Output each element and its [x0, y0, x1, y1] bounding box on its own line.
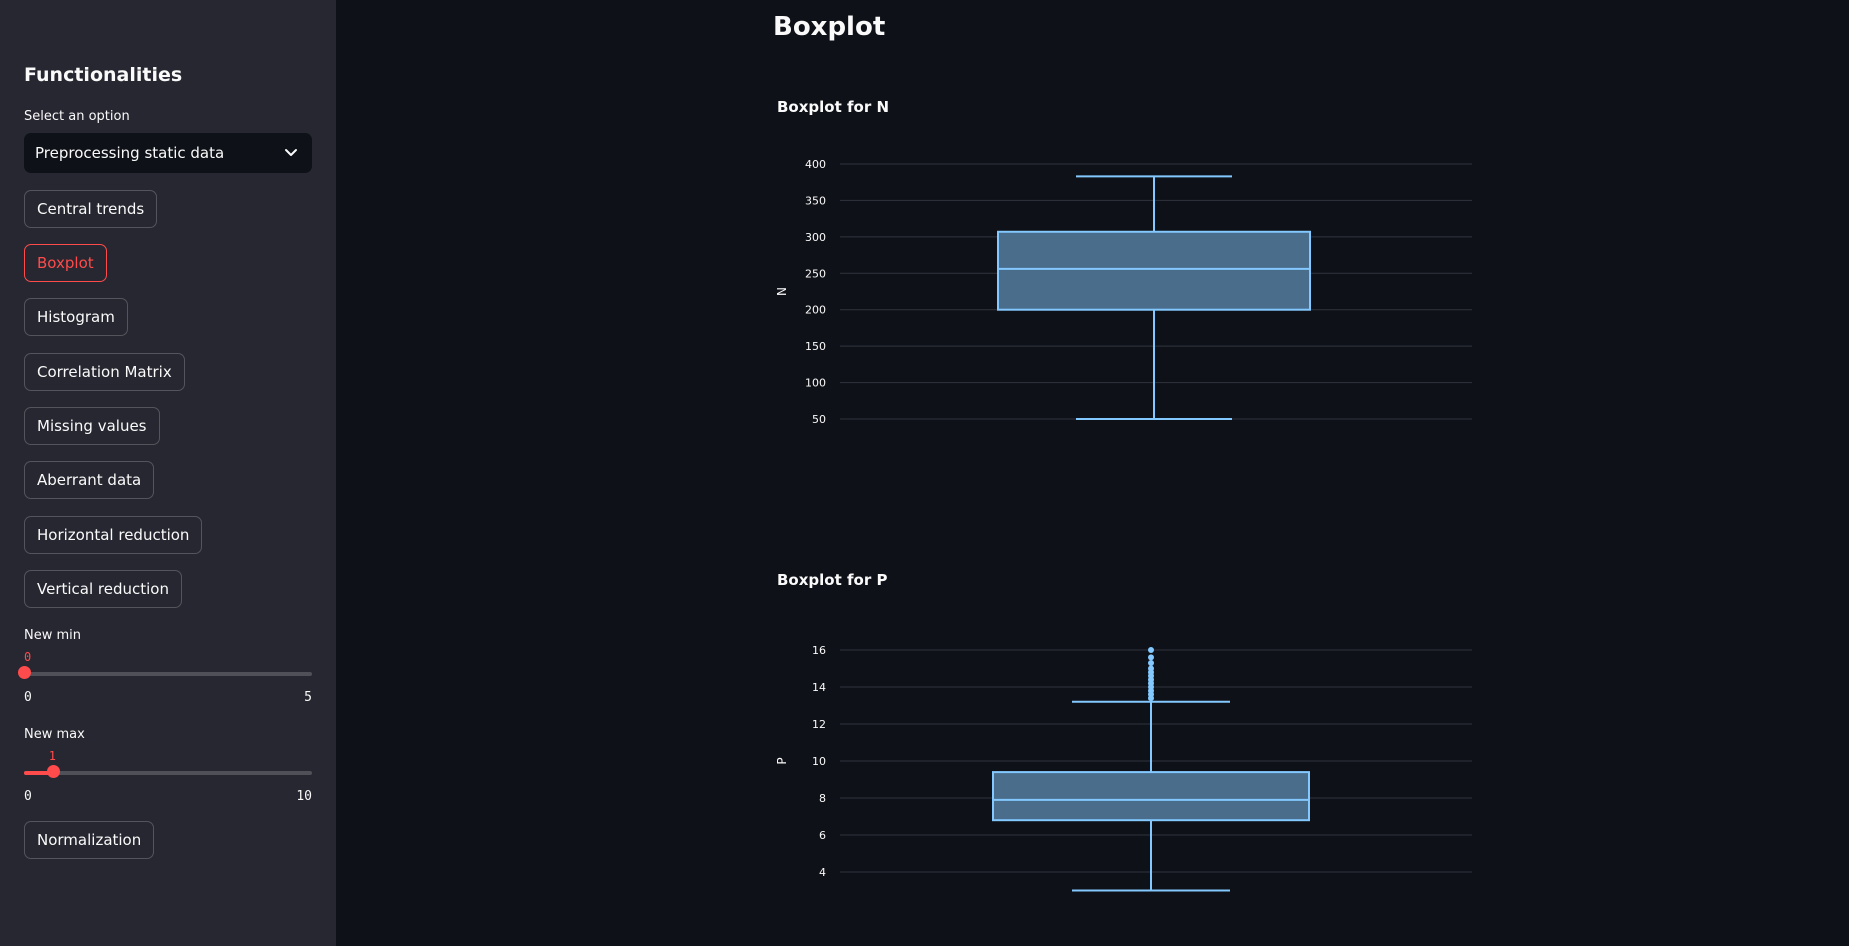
y-axis-label: P	[775, 757, 789, 764]
new-min-track[interactable]	[24, 672, 312, 676]
outlier-point	[1148, 647, 1154, 653]
new-max-range-min: 0	[24, 789, 32, 804]
new-min-range-min: 0	[24, 690, 32, 705]
new-max-value: 1	[48, 749, 57, 763]
y-tick-label: 14	[812, 681, 826, 694]
new-max-thumb[interactable]	[46, 765, 60, 778]
vertical-reduction-button[interactable]: Vertical reduction	[24, 570, 182, 608]
boxplot-button[interactable]: Boxplot	[24, 244, 107, 282]
option-select-value: Preprocessing static data	[35, 144, 225, 162]
option-select[interactable]: Preprocessing static data	[24, 133, 312, 173]
new-min-slider[interactable]: 0 0 5	[18, 650, 312, 710]
app-root: Functionalities Select an option Preproc…	[0, 0, 1849, 946]
y-tick-label: 10	[812, 755, 826, 768]
missing-values-button[interactable]: Missing values	[24, 407, 160, 445]
y-axis-label: N	[775, 287, 789, 296]
chart-title-n: Boxplot for N	[777, 98, 889, 116]
central-trends-button[interactable]: Central trends	[24, 190, 158, 228]
iqr-box	[997, 230, 1311, 311]
new-min-label: New min	[24, 628, 82, 643]
sidebar-title: Functionalities	[24, 64, 183, 86]
y-tick-label: 400	[805, 158, 826, 171]
y-tick-label: 200	[805, 304, 826, 317]
y-tick-label: 4	[819, 866, 826, 879]
boxplot-n-chart: 50 100 150 200 250 300 350 400 N	[775, 158, 1472, 426]
correlation-matrix-button[interactable]: Correlation Matrix	[24, 353, 185, 391]
y-tick-label: 50	[812, 413, 826, 426]
y-tick-label: 300	[805, 231, 826, 244]
y-tick-label: 350	[805, 194, 826, 207]
iqr-box	[992, 771, 1310, 822]
select-label: Select an option	[24, 109, 130, 124]
y-tick-label: 250	[805, 267, 826, 280]
new-min-thumb[interactable]	[18, 666, 31, 679]
new-max-range-max: 10	[296, 789, 312, 804]
outlier-point	[1148, 659, 1154, 666]
normalization-button[interactable]: Normalization	[24, 821, 155, 859]
sidebar: Functionalities Select an option Preproc…	[0, 0, 336, 946]
outlier-point	[1148, 665, 1154, 672]
new-min-value: 0	[24, 650, 32, 664]
new-max-track[interactable]	[24, 771, 312, 775]
y-tick-label: 8	[819, 792, 826, 805]
new-max-label: New max	[24, 727, 85, 742]
histogram-button[interactable]: Histogram	[24, 298, 128, 336]
new-min-range-max: 5	[304, 690, 312, 705]
aberrant-data-button[interactable]: Aberrant data	[24, 461, 155, 499]
y-tick-label: 6	[819, 829, 826, 842]
y-tick-label: 12	[812, 718, 826, 731]
boxplot-p-chart: 4 6 8 10 12 14 16 P	[775, 644, 1472, 892]
y-tick-label: 150	[805, 340, 826, 353]
horizontal-reduction-button[interactable]: Horizontal reduction	[24, 516, 203, 554]
page-title: Boxplot	[773, 12, 886, 42]
outlier-point	[1148, 654, 1154, 661]
y-tick-label: 100	[805, 377, 826, 390]
chevron-down-icon	[285, 149, 297, 156]
y-tick-label: 16	[812, 644, 826, 657]
new-max-slider[interactable]: 1 0 10	[24, 749, 312, 809]
chart-title-p: Boxplot for P	[777, 571, 888, 589]
